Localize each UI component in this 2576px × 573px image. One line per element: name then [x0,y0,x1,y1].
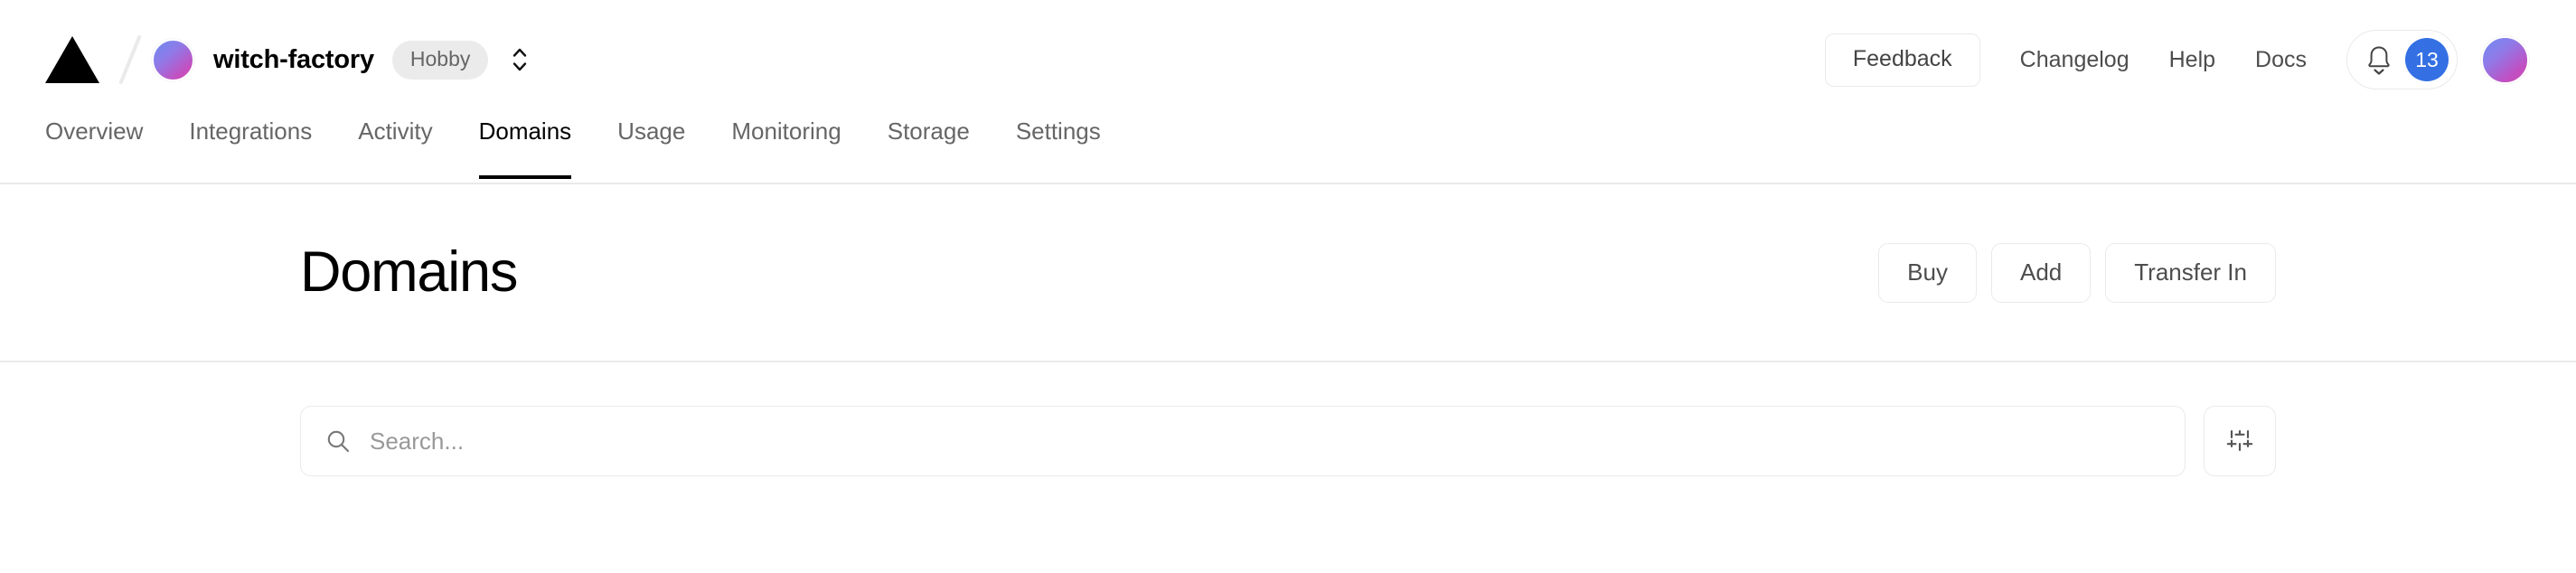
search-icon [324,427,352,455]
team-avatar [152,38,194,81]
tab-settings[interactable]: Settings [1016,119,1101,177]
search-box[interactable] [300,406,2186,476]
tab-domains[interactable]: Domains [478,119,571,179]
global-header: witch-factory Hobby Feedback Changelog H… [0,0,2576,119]
domains-page: witch-factory Hobby Feedback Changelog H… [0,0,2576,573]
transfer-in-button[interactable]: Transfer In [2105,242,2276,303]
sliders-filter-icon-button[interactable] [2204,406,2276,476]
tab-storage[interactable]: Storage [888,119,970,177]
tab-overview[interactable]: Overview [45,119,143,177]
chevron-up-down-icon[interactable] [506,39,533,80]
tab-integrations[interactable]: Integrations [189,119,312,177]
page-title: Domains [300,240,518,304]
notifications-button[interactable]: 13 [2346,30,2458,89]
feedback-button[interactable]: Feedback [1824,33,1980,87]
vercel-triangle-logo-icon[interactable] [45,36,99,83]
docs-link[interactable]: Docs [2255,47,2307,73]
search-input[interactable] [370,407,2161,475]
team-name[interactable]: witch-factory [213,45,374,75]
add-button[interactable]: Add [1990,242,2092,303]
user-avatar[interactable] [2481,35,2529,84]
project-nav-tabs: Overview Integrations Activity Domains U… [0,119,2576,184]
tab-activity[interactable]: Activity [358,119,432,177]
plan-badge[interactable]: Hobby [391,40,489,80]
notification-count-badge: 13 [2405,38,2449,81]
bell-icon [2364,41,2394,79]
header-breadcrumb-group: witch-factory Hobby [45,33,533,86]
sliders-filter-icon [2224,426,2255,456]
buy-button[interactable]: Buy [1878,242,1977,303]
tab-monitoring[interactable]: Monitoring [731,119,841,177]
help-link[interactable]: Help [2169,47,2215,73]
search-section [0,362,2576,476]
changelog-link[interactable]: Changelog [2020,47,2129,73]
tab-usage[interactable]: Usage [617,119,685,177]
header-actions: Feedback Changelog Help Docs 13 [1824,30,2529,89]
page-title-section: Domains Buy Add Transfer In [0,184,2576,362]
breadcrumb-separator-icon [116,33,146,86]
page-actions: Buy Add Transfer In [1878,242,2276,303]
